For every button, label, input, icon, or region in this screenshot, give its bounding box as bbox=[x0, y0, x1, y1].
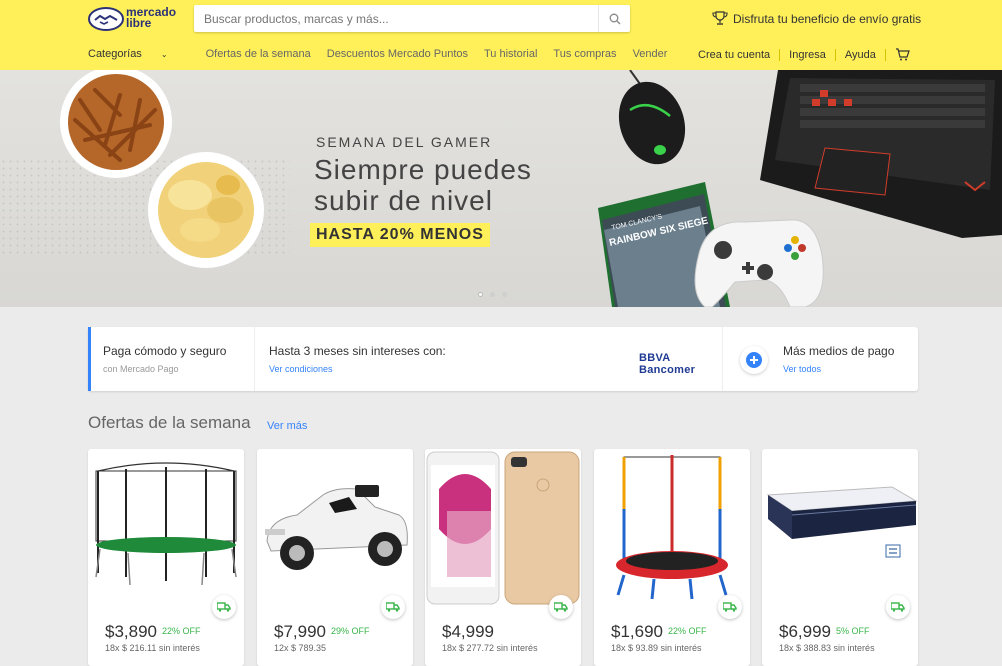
logo-line2: libre bbox=[126, 16, 152, 30]
price: $3,890 22% OFF bbox=[105, 622, 201, 642]
shipping-truck-icon bbox=[381, 595, 405, 619]
nav-compras[interactable]: Tus compras bbox=[553, 48, 616, 60]
discount-badge: 29% OFF bbox=[331, 626, 370, 636]
price-value: $6,999 bbox=[779, 622, 831, 641]
chips-bowl-image bbox=[148, 152, 264, 268]
payment-info-bar: Paga cómodo y seguro con Mercado Pago Ha… bbox=[88, 327, 918, 391]
smartphone-image bbox=[426, 451, 580, 605]
cart-icon[interactable] bbox=[895, 48, 910, 61]
nav-descuentos[interactable]: Descuentos Mercado Puntos bbox=[327, 48, 468, 60]
bank-logo: BBVA Bancomer bbox=[639, 352, 696, 376]
divider bbox=[884, 48, 886, 61]
discount-badge: 22% OFF bbox=[162, 626, 201, 636]
plus-icon bbox=[740, 346, 768, 374]
shipping-truck-icon bbox=[886, 595, 910, 619]
search-input[interactable] bbox=[194, 5, 584, 32]
price: $6,999 5% OFF bbox=[779, 622, 870, 642]
payment-main-text: Paga cómodo y seguro bbox=[103, 344, 227, 358]
price-value: $3,890 bbox=[105, 622, 157, 641]
price-value: $7,990 bbox=[274, 622, 326, 641]
price-value: $4,999 bbox=[442, 622, 494, 641]
search-button[interactable] bbox=[598, 5, 630, 32]
installments-cell: Hasta 3 meses sin intereses con: Ver con… bbox=[254, 327, 722, 391]
handshake-logo-icon bbox=[88, 7, 124, 31]
banner-title: Siempre puedes subir de nivel bbox=[314, 154, 532, 216]
price: $7,990 29% OFF bbox=[274, 622, 370, 642]
chevron-down-icon: ⌄ bbox=[160, 50, 168, 59]
mattress-image bbox=[766, 486, 918, 558]
carousel-dot[interactable] bbox=[502, 292, 507, 297]
installments: 18x $ 388.83 sin interés bbox=[779, 643, 875, 653]
more-payment-cell[interactable]: Más medios de pago Ver todos bbox=[722, 327, 918, 391]
installments: 18x $ 277.72 sin interés bbox=[442, 643, 538, 653]
price-value: $1,690 bbox=[611, 622, 663, 641]
installments: 18x $ 216.11 sin interés bbox=[105, 643, 200, 653]
gaming-laptop-image bbox=[760, 70, 1002, 238]
promo-text: Disfruta tu beneficio de envío gratis bbox=[733, 11, 922, 26]
categories-menu[interactable]: Categorías ⌄ bbox=[88, 48, 168, 60]
product-card[interactable]: $1,690 22% OFF 18x $ 93.89 sin interés bbox=[594, 449, 750, 666]
hero-banner[interactable]: TOM CLANCY'S RAINBOW SIX SIEGE SEMANA DE… bbox=[0, 70, 1002, 307]
offers-title: Ofertas de la semana bbox=[88, 413, 251, 432]
banner-kicker: SEMANA DEL GAMER bbox=[316, 134, 493, 150]
see-more-link[interactable]: Ver más bbox=[267, 420, 307, 432]
installments: 12x $ 789.35 bbox=[274, 643, 327, 653]
login-link[interactable]: Ingresa bbox=[789, 49, 826, 61]
shipping-truck-icon bbox=[718, 595, 742, 619]
more-payment-text: Más medios de pago bbox=[783, 344, 895, 358]
shipping-truck-icon bbox=[549, 595, 573, 619]
divider bbox=[779, 48, 781, 61]
kids-trampoline-image bbox=[616, 455, 728, 600]
banner-discount-tag: HASTA 20% MENOS bbox=[310, 223, 490, 247]
mercado-pago-cell[interactable]: Paga cómodo y seguro con Mercado Pago bbox=[88, 327, 254, 391]
trampoline-image bbox=[95, 462, 237, 586]
price: $4,999 bbox=[442, 622, 499, 642]
gaming-mouse-image bbox=[618, 70, 686, 165]
nav-historial[interactable]: Tu historial bbox=[484, 48, 537, 60]
carousel-dot-active[interactable] bbox=[478, 292, 483, 297]
product-card[interactable]: $4,999 18x $ 277.72 sin interés bbox=[425, 449, 581, 666]
account-nav: Crea tu cuenta Ingresa Ayuda bbox=[698, 48, 910, 61]
nav-ofertas[interactable]: Ofertas de la semana bbox=[206, 48, 311, 60]
price: $1,690 22% OFF bbox=[611, 622, 707, 642]
search-bar bbox=[194, 5, 630, 32]
header: mercado libre Disfruta tu beneficio de e… bbox=[0, 0, 1002, 70]
trophy-icon bbox=[712, 11, 728, 25]
product-card[interactable]: $6,999 5% OFF 18x $ 388.83 sin interés bbox=[762, 449, 918, 666]
divider bbox=[834, 48, 836, 61]
discount-badge: 5% OFF bbox=[836, 626, 870, 636]
categories-label: Categorías bbox=[88, 48, 142, 60]
create-account-link[interactable]: Crea tu cuenta bbox=[698, 49, 770, 61]
product-card[interactable]: $3,890 22% OFF 18x $ 216.11 sin interés bbox=[88, 449, 244, 666]
game-controller-image bbox=[694, 219, 824, 307]
free-shipping-promo[interactable]: Disfruta tu beneficio de envío gratis bbox=[712, 11, 921, 26]
ride-on-car-image bbox=[265, 485, 408, 570]
see-all-link[interactable]: Ver todos bbox=[783, 364, 918, 374]
carousel-dots bbox=[478, 292, 507, 297]
logo-text: mercado libre bbox=[126, 6, 176, 30]
help-link[interactable]: Ayuda bbox=[845, 49, 876, 61]
search-icon bbox=[609, 13, 620, 24]
product-card[interactable]: $7,990 29% OFF 12x $ 789.35 bbox=[257, 449, 413, 666]
shipping-truck-icon bbox=[212, 595, 236, 619]
payment-sub-text: con Mercado Pago bbox=[103, 364, 179, 374]
nav-vender[interactable]: Vender bbox=[633, 48, 668, 60]
carousel-dot[interactable] bbox=[490, 292, 495, 297]
pretzel-bowl-image bbox=[60, 70, 172, 178]
main-nav: Categorías ⌄ Ofertas de la semana Descue… bbox=[88, 48, 683, 60]
discount-badge: 22% OFF bbox=[668, 626, 707, 636]
installments: 18x $ 93.89 sin interés bbox=[611, 643, 702, 653]
